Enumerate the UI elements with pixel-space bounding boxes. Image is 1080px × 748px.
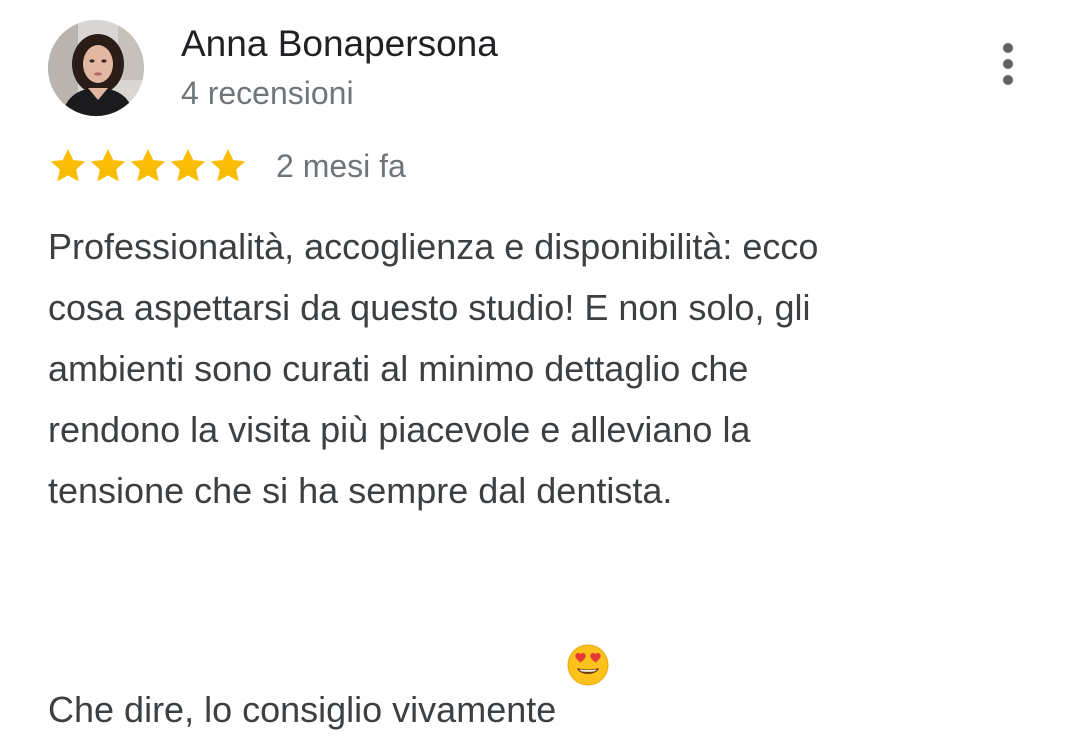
review-text-paragraph: Professionalità, accoglienza e disponibi… [48,226,819,511]
star-icon [168,146,208,186]
avatar[interactable] [48,20,144,116]
review-text-line: Che dire, lo consiglio vivamente [48,689,557,730]
review-count[interactable]: 4 recensioni [181,73,354,113]
star-icon [128,146,168,186]
star-icon [208,146,248,186]
review-text-paragraph: Che dire, lo consiglio vivamente [48,582,1028,740]
star-icon [48,146,88,186]
review-date: 2 mesi fa [276,148,406,184]
heart-eyes-emoji-icon [566,582,610,686]
more-options-button[interactable] [988,36,1028,92]
star-rating [48,146,248,186]
review-text: Professionalità, accoglienza e disponibi… [48,216,1028,740]
more-vert-icon-dot [1003,75,1013,85]
review-card: Anna Bonapersona 4 recensioni 2 mesi fa … [0,0,1080,730]
avatar-photo [48,20,144,116]
star-icon [88,146,128,186]
rating-row: 2 mesi fa [48,142,406,190]
more-vert-icon [1003,43,1013,53]
author-name[interactable]: Anna Bonapersona [181,22,498,66]
more-vert-icon-dot [1003,59,1013,69]
